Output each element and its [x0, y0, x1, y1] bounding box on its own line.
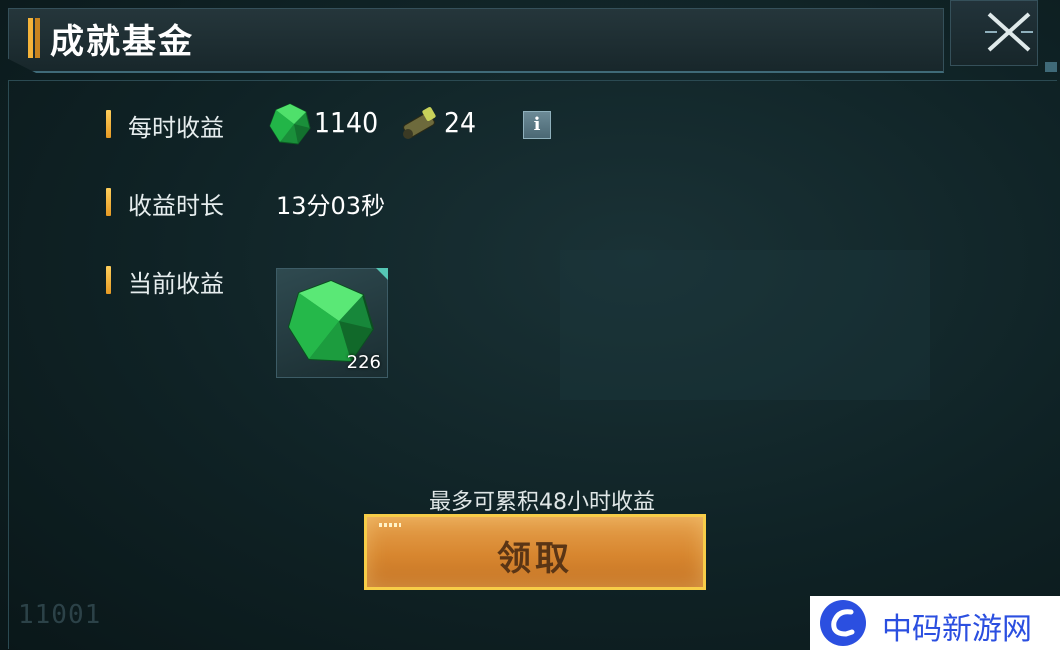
info-button[interactable]: i [523, 111, 551, 139]
slot-corner [376, 268, 388, 280]
page-title: 成就基金 [50, 22, 194, 62]
close-button[interactable] [983, 8, 1035, 56]
title-accent [28, 18, 40, 58]
reward-item-slot[interactable]: 226 [276, 268, 388, 378]
income-duration-value: 13分03秒 [276, 192, 386, 220]
claim-button[interactable]: 领取 [364, 514, 706, 590]
hourly-ammo-value: 24 [444, 106, 477, 139]
watermark-logo-icon [820, 600, 866, 646]
accumulation-hint: 最多可累积48小时收益 [429, 490, 655, 515]
item-quantity: 226 [346, 352, 381, 373]
row-marker [106, 188, 111, 216]
watermark: 中码新游网 [810, 596, 1060, 650]
row-marker [106, 266, 111, 294]
hourly-income-label: 每时收益 [128, 114, 224, 142]
button-decoration [379, 523, 401, 527]
gem-icon [269, 103, 311, 145]
current-income-label: 当前收益 [128, 270, 224, 298]
close-icon [985, 12, 1033, 52]
row-marker [106, 110, 111, 138]
ammo-icon [403, 107, 436, 139]
hourly-gem-value: 1140 [314, 106, 379, 139]
claim-button-label: 领取 [497, 539, 573, 579]
watermark-text: 中码新游网 [882, 612, 1032, 647]
bottom-code: 11001 [18, 600, 102, 630]
income-duration-label: 收益时长 [128, 192, 224, 220]
frame-notch [1045, 62, 1057, 72]
